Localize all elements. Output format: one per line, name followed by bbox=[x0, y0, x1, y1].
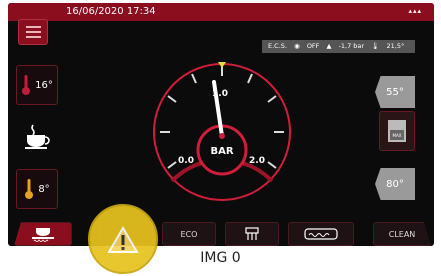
boiler-icon bbox=[304, 228, 338, 240]
clean-label: CLEAN bbox=[388, 229, 416, 239]
hot-water-button[interactable]: MAX bbox=[379, 111, 415, 151]
steam-temperature-button[interactable]: 8° bbox=[16, 169, 58, 209]
mode-label: OFF bbox=[306, 42, 320, 50]
top-bar: 16/06/2020 17:34 ▴▴▴ bbox=[8, 3, 434, 21]
drop-icon: ▲ bbox=[326, 42, 332, 50]
left-panel: 16° 8° bbox=[16, 65, 58, 225]
gauge-unit-label: BAR bbox=[210, 146, 233, 157]
menu-button[interactable] bbox=[18, 19, 48, 45]
cup-button[interactable] bbox=[16, 117, 58, 157]
cup-heater-button[interactable] bbox=[14, 222, 72, 246]
menu-icon-bar bbox=[25, 36, 41, 38]
thermometer-icon bbox=[22, 75, 31, 95]
right-temp-bottom-label: 80° bbox=[386, 178, 404, 190]
gauge-needle-hub bbox=[219, 133, 225, 139]
ecs-label: E.C.S. bbox=[268, 42, 287, 50]
eco-button[interactable]: ECO bbox=[162, 222, 216, 246]
gauge-tick-label: 2.0 bbox=[249, 156, 265, 166]
hot-water-icon: MAX bbox=[388, 120, 406, 142]
coffee-machine-screen: 16/06/2020 17:34 ▴▴▴ E.C.S. ◉ OFF ▲ -1,7… bbox=[8, 3, 434, 246]
pressure-gauge: BAR 1.0 0.0 2.0 bbox=[153, 62, 291, 201]
right-temp-bottom-button[interactable]: 80° bbox=[375, 168, 415, 200]
clean-button[interactable]: CLEAN bbox=[373, 222, 431, 246]
group-temperature-button[interactable]: 16° bbox=[16, 65, 58, 105]
thermometer-icon: 🌡 bbox=[371, 42, 380, 50]
bottom-bar: ECO CLEAN bbox=[8, 222, 434, 246]
cleaning-button[interactable] bbox=[225, 222, 279, 246]
boiler-button[interactable] bbox=[288, 222, 354, 246]
right-temp-top-button[interactable]: 55° bbox=[375, 76, 415, 108]
image-caption: IMG 0 bbox=[200, 250, 241, 266]
thermometer-icon bbox=[25, 179, 34, 199]
signal-icon: ▴▴▴ bbox=[408, 7, 422, 15]
hot-water-label: MAX bbox=[393, 133, 402, 138]
temperature-top-label: 16° bbox=[35, 79, 53, 91]
pressure-label: -1,7 bar bbox=[338, 42, 365, 50]
menu-icon-bar bbox=[25, 26, 41, 28]
status-strip: E.C.S. ◉ OFF ▲ -1,7 bar 🌡 21,5° bbox=[262, 40, 416, 53]
brush-icon bbox=[245, 227, 259, 240]
datetime: 16/06/2020 17:34 bbox=[66, 6, 156, 17]
gauge-tick-label: 1.0 bbox=[212, 89, 228, 99]
eco-label: ECO bbox=[180, 229, 198, 239]
coffee-cup-icon bbox=[25, 124, 50, 149]
temperature-bottom-label: 8° bbox=[38, 183, 50, 195]
gauge-tick-label: 0.0 bbox=[178, 156, 194, 166]
temperature-label: 21,5° bbox=[386, 42, 405, 50]
power-icon: ◉ bbox=[294, 42, 300, 50]
cup-heater-icon bbox=[32, 228, 54, 242]
menu-icon-bar bbox=[25, 31, 41, 33]
right-temp-top-label: 55° bbox=[386, 86, 404, 98]
